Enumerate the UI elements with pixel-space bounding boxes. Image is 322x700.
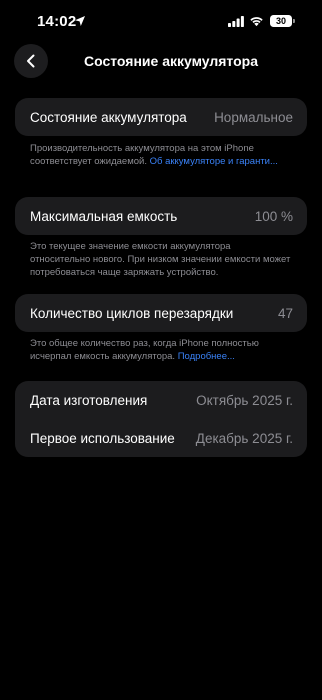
page-title: Состояние аккумулятора: [83, 53, 258, 69]
cycle-count-value: 47: [277, 305, 293, 321]
cycle-count-label: Количество циклов перезарядки: [30, 305, 234, 321]
max-capacity-card: Максимальная емкость 100 %: [15, 197, 307, 235]
battery-health-footnote: Производительность аккумулятора на этом …: [30, 142, 292, 168]
signal-icon: [228, 16, 244, 27]
max-capacity-row: Максимальная емкость 100 %: [15, 197, 307, 235]
manufacture-date-value: Октябрь 2025 г.: [196, 392, 293, 408]
first-use-label: Первое использование: [30, 430, 175, 446]
first-use-row: Первое использование Декабрь 2025 г.: [15, 419, 307, 457]
max-capacity-value: 100 %: [254, 208, 293, 224]
max-capacity-footnote: Это текущее значение емкости аккумулятор…: [30, 241, 291, 278]
battery-health-value: Нормальное: [214, 109, 293, 125]
chevron-left-icon: [27, 54, 35, 68]
status-bar: 14:02 30: [0, 0, 322, 44]
battery-icon: 30: [270, 15, 292, 27]
battery-health-label: Состояние аккумулятора: [30, 109, 187, 125]
cycle-count-row: Количество циклов перезарядки 47: [15, 294, 307, 332]
location-arrow-icon: [75, 16, 85, 26]
manufacture-date-label: Дата изготовления: [30, 392, 148, 408]
battery-nub: [293, 19, 295, 23]
manufacture-date-row: Дата изготовления Октябрь 2025 г.: [15, 381, 307, 419]
battery-warranty-link[interactable]: Об аккумуляторе и гаранти...: [150, 156, 278, 167]
first-use-value: Декабрь 2025 г.: [195, 430, 293, 446]
cycle-count-card: Количество циклов перезарядки 47: [15, 294, 307, 332]
max-capacity-label: Максимальная емкость: [30, 208, 178, 224]
learn-more-link[interactable]: Подробнее...: [178, 351, 235, 362]
wifi-icon: [250, 17, 263, 27]
cycle-count-footnote: Это общее количество раз, когда iPhone п…: [30, 337, 292, 363]
dates-card: Дата изготовления Октябрь 2025 г. Первое…: [15, 381, 307, 457]
back-button[interactable]: [14, 44, 48, 78]
home-indicator: [101, 688, 221, 692]
battery-health-row: Состояние аккумулятора Нормальное: [15, 98, 307, 136]
status-time: 14:02: [37, 13, 77, 30]
battery-health-card: Состояние аккумулятора Нормальное: [15, 98, 307, 136]
